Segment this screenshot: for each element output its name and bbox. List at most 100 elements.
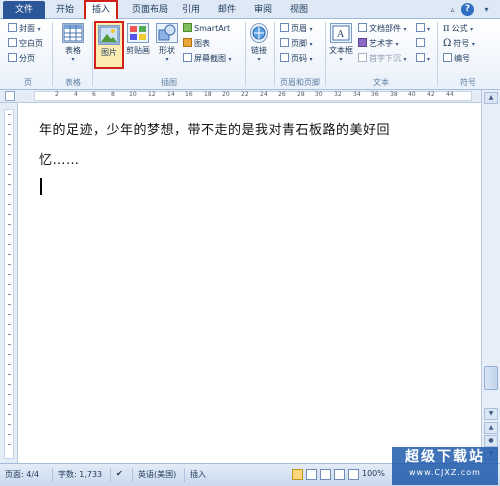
numbering-label: 编号	[454, 54, 470, 63]
group-separator	[245, 22, 246, 86]
tab-insert[interactable]: 插入	[84, 0, 118, 19]
group-label-tables: 表格	[65, 78, 81, 87]
full-screen-reading-icon[interactable]	[306, 469, 317, 480]
ribbon-options-icon[interactable]: ▾	[480, 3, 493, 16]
clipart-icon	[127, 23, 149, 43]
signature-line-button[interactable]: ▾	[416, 23, 430, 35]
vertical-ruler-tick	[8, 304, 11, 305]
table-button[interactable]: 表格 ▾	[57, 23, 89, 63]
vertical-ruler-tick	[8, 124, 11, 125]
tab-page-layout[interactable]: 页面布局	[126, 1, 174, 19]
picture-button[interactable]: 图片	[94, 21, 124, 69]
header-icon	[280, 23, 289, 32]
scroll-down-icon[interactable]: ▼	[484, 408, 498, 420]
page-number-icon	[280, 53, 289, 62]
quick-parts-icon	[358, 23, 367, 32]
tab-review[interactable]: 审阅	[250, 1, 276, 19]
page-break-label: 分页	[19, 54, 35, 63]
outline-icon[interactable]	[334, 469, 345, 480]
vertical-ruler-tick	[8, 394, 11, 395]
globe-icon	[250, 23, 268, 43]
minimize-ribbon-icon[interactable]: ▵	[446, 3, 459, 16]
cover-page-icon	[8, 23, 17, 32]
scroll-thumb[interactable]	[484, 366, 498, 390]
screenshot-button[interactable]: 屏幕截图 ▾	[183, 53, 232, 65]
vertical-ruler-tick	[8, 164, 11, 165]
ribbon-insert: 封面 ▾ 空白页 分页 页 表格 ▾ 表格 图片 剪贴画 形状 ▾ SmartA…	[0, 19, 500, 90]
site-watermark: 超级下载站 www.CJXZ.com	[392, 447, 498, 485]
vertical-ruler-tick	[8, 114, 11, 115]
page-count[interactable]: 页面: 4/4	[5, 469, 39, 480]
drop-cap-button[interactable]: 首字下沉 ▾	[358, 53, 407, 65]
smartart-button[interactable]: SmartArt	[183, 23, 230, 35]
vertical-scrollbar[interactable]: ▲ ▼ ▲ ● ▼	[481, 90, 500, 463]
equation-button[interactable]: π 公式 ▾	[443, 23, 473, 35]
header-button[interactable]: 页眉 ▾	[280, 23, 313, 35]
zoom-level[interactable]: 100%	[362, 469, 385, 478]
numbering-icon	[443, 53, 452, 62]
quick-parts-label: 文档部件	[369, 24, 401, 33]
shapes-button[interactable]: 形状 ▾	[154, 23, 180, 63]
vertical-ruler-tick	[8, 354, 11, 355]
spellcheck-icon[interactable]: ✔	[116, 469, 123, 478]
ruler-tick-label: 38	[390, 91, 398, 98]
previous-page-icon[interactable]: ▲	[484, 422, 498, 434]
web-layout-icon[interactable]	[320, 469, 331, 480]
ruler-tick-label: 24	[260, 91, 268, 98]
cover-page-label: 封面	[19, 24, 35, 33]
chart-icon	[183, 38, 192, 47]
date-time-button[interactable]	[416, 38, 427, 50]
horizontal-ruler[interactable]: 2 4 6 8 10 12 14 16 18 20 22 24 26 28 30 32 34 36 38 40 42 44	[0, 90, 500, 103]
chart-button[interactable]: 图表	[183, 38, 210, 50]
omega-icon: Ω	[443, 38, 452, 49]
footer-label: 页脚	[291, 39, 307, 48]
vertical-ruler-tick	[8, 214, 11, 215]
scroll-up-icon[interactable]: ▲	[484, 92, 498, 104]
cover-page-button[interactable]: 封面 ▾	[8, 23, 41, 35]
group-label-pages: 页	[24, 78, 32, 87]
group-separator	[92, 22, 93, 86]
ruler-tick-label: 20	[222, 91, 230, 98]
textbox-button[interactable]: A 文本框 ▾	[327, 23, 355, 63]
blank-page-label: 空白页	[19, 39, 43, 48]
page-number-button[interactable]: 页码 ▾	[280, 53, 313, 65]
tab-file[interactable]: 文件	[3, 1, 45, 19]
object-button[interactable]: ▾	[416, 53, 430, 65]
vertical-ruler-tick	[8, 244, 11, 245]
vertical-ruler-tick	[8, 264, 11, 265]
ruler-tick-label: 4	[74, 91, 78, 98]
quick-parts-button[interactable]: 文档部件 ▾	[358, 23, 407, 35]
blank-page-button[interactable]: 空白页	[8, 38, 43, 50]
wordart-button[interactable]: 艺术字 ▾	[358, 38, 399, 50]
help-icon[interactable]: ?	[461, 3, 474, 16]
tab-references[interactable]: 引用	[178, 1, 204, 19]
tab-home[interactable]: 开始	[52, 1, 78, 19]
print-layout-icon[interactable]	[292, 469, 303, 480]
footer-button[interactable]: 页脚 ▾	[280, 38, 313, 50]
watermark-url: www.CJXZ.com	[409, 468, 481, 477]
ruler-tick-label: 6	[92, 91, 96, 98]
clipart-button[interactable]: 剪贴画	[124, 23, 152, 56]
vertical-ruler-tick	[8, 364, 11, 365]
tab-mailings[interactable]: 邮件	[214, 1, 240, 19]
insert-mode-status[interactable]: 插入	[190, 469, 206, 480]
vertical-ruler[interactable]	[0, 103, 18, 463]
ruler-tick-label: 22	[241, 91, 249, 98]
draft-icon[interactable]	[348, 469, 359, 480]
tab-view[interactable]: 视图	[286, 1, 312, 19]
watermark-title: 超级下载站	[405, 449, 485, 465]
links-button[interactable]: 链接 ▾	[248, 23, 270, 63]
ruler-tick-label: 44	[446, 91, 454, 98]
page-break-button[interactable]: 分页	[8, 53, 35, 65]
browse-object-icon[interactable]: ●	[484, 435, 498, 447]
tab-selector-icon[interactable]	[5, 91, 15, 101]
language-status[interactable]: 英语(美国)	[138, 469, 176, 480]
status-separator	[52, 468, 53, 482]
group-separator	[274, 22, 275, 86]
document-page[interactable]: 年的足迹，少年的梦想，带不走的是我对青石板路的美好回 忆……	[19, 103, 481, 463]
smartart-icon	[183, 23, 192, 32]
equation-label: 公式	[451, 24, 468, 33]
symbol-button[interactable]: Ω 符号 ▾	[443, 38, 475, 50]
numbering-button[interactable]: 编号	[443, 53, 470, 65]
word-count[interactable]: 字数: 1,733	[58, 469, 102, 480]
